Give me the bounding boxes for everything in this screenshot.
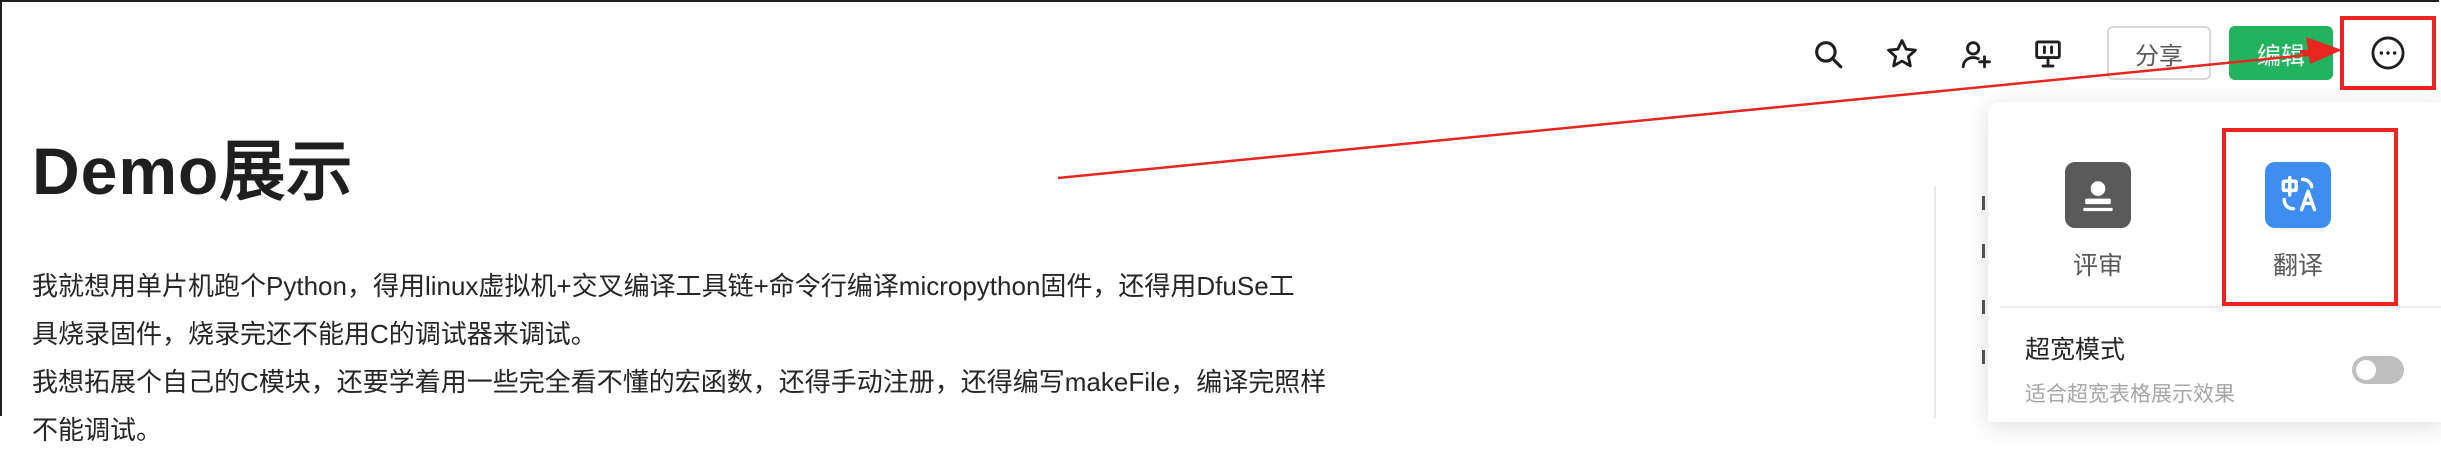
presentation-icon[interactable] (2026, 32, 2070, 76)
more-options-button[interactable] (2340, 16, 2436, 90)
translate-highlight (2222, 128, 2398, 306)
menu-item-review[interactable]: 评审 (2028, 162, 2168, 282)
wide-mode-toggle[interactable] (2352, 356, 2404, 384)
add-user-icon[interactable] (1954, 32, 1998, 76)
share-button[interactable]: 分享 (2107, 26, 2211, 80)
wide-mode-description: 适合超宽表格展示效果 (2025, 383, 2235, 406)
menu-divider (2000, 306, 2441, 308)
search-icon[interactable] (1806, 32, 1850, 76)
paragraph-line: 我就想用单片机跑个Python，得用linux虚拟机+交叉编译工具链+命令行编译… (32, 271, 1295, 301)
paragraph-line: 不能调试。 (32, 415, 163, 445)
edit-button[interactable]: 编辑 (2229, 26, 2333, 80)
document-title: Demo展示 (32, 134, 354, 208)
review-icon (2065, 162, 2131, 228)
paragraph-line: 具烧录固件，烧录完还不能用C的调试器来调试。 (32, 319, 597, 349)
paragraph-line: 我想拓展个自己的C模块，还要学着用一些完全看不懂的宏函数，还得手动注册，还得编写… (32, 367, 1327, 397)
star-icon[interactable] (1880, 32, 1924, 76)
more-icon (2371, 36, 2405, 70)
menu-item-label: 评审 (2072, 252, 2123, 280)
wide-mode-label: 超宽模式 (2025, 336, 2126, 364)
toggle-knob (2356, 360, 2376, 380)
document-body: 我就想用单片机跑个Python，得用linux虚拟机+交叉编译工具链+命令行编译… (32, 262, 1432, 454)
outline-divider (1934, 186, 1936, 418)
